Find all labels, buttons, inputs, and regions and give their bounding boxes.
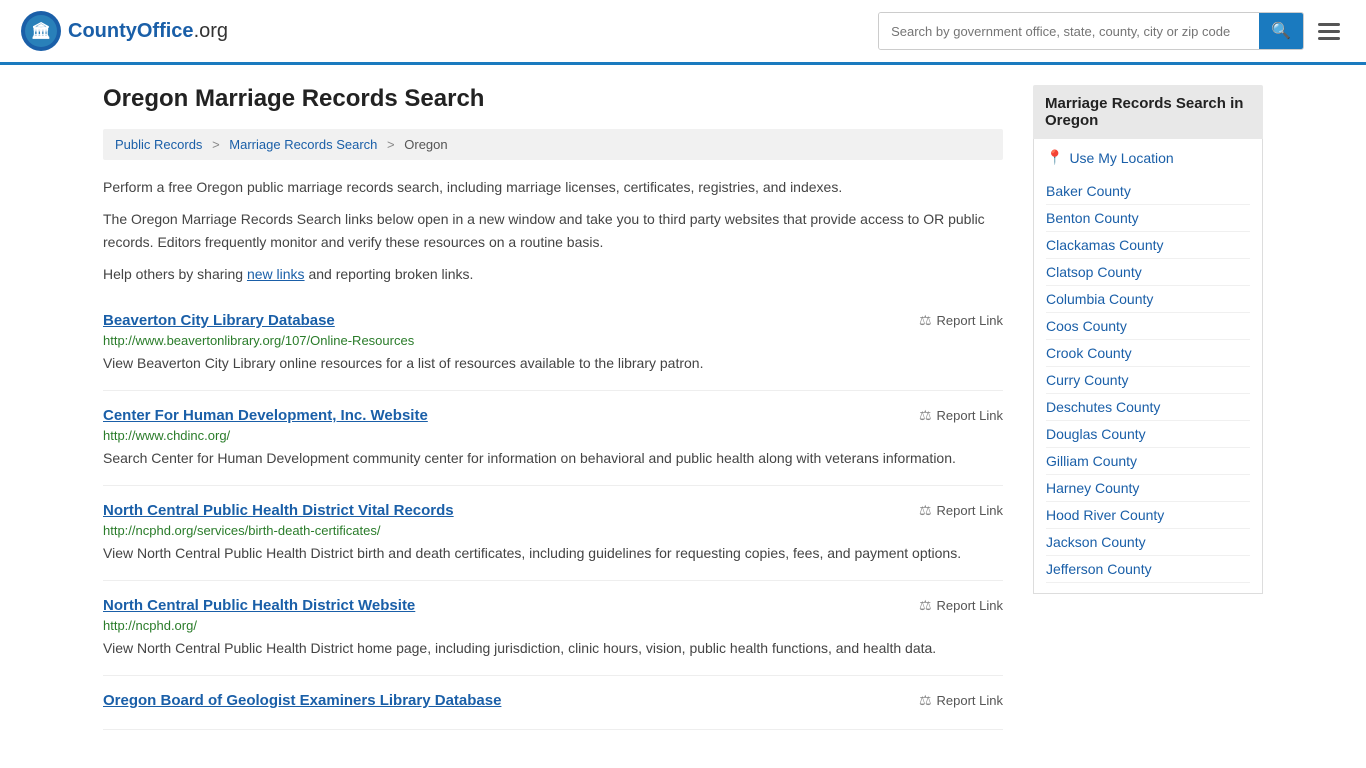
- county-list-item: Jefferson County: [1046, 556, 1250, 583]
- result-header: Beaverton City Library Database ⚖ Report…: [103, 312, 1003, 329]
- county-link-0[interactable]: Baker County: [1046, 183, 1131, 199]
- county-link-7[interactable]: Curry County: [1046, 372, 1128, 388]
- description-2: The Oregon Marriage Records Search links…: [103, 208, 1003, 253]
- breadcrumb-marriage-records[interactable]: Marriage Records Search: [229, 137, 377, 152]
- county-list-item: Coos County: [1046, 313, 1250, 340]
- description-3: Help others by sharing new links and rep…: [103, 263, 1003, 285]
- sidebar: Marriage Records Search in Oregon 📍 Use …: [1033, 85, 1263, 730]
- report-link-4[interactable]: ⚖ Report Link: [919, 692, 1003, 709]
- county-list-item: Clatsop County: [1046, 259, 1250, 286]
- report-icon-4: ⚖: [919, 692, 932, 709]
- report-link-0[interactable]: ⚖ Report Link: [919, 312, 1003, 329]
- hamburger-line-3: [1318, 37, 1340, 40]
- county-list-item: Hood River County: [1046, 502, 1250, 529]
- breadcrumb-sep-2: >: [387, 137, 395, 152]
- hamburger-line-2: [1318, 30, 1340, 33]
- county-list-item: Benton County: [1046, 205, 1250, 232]
- result-header: North Central Public Health District Web…: [103, 597, 1003, 614]
- report-link-3[interactable]: ⚖ Report Link: [919, 597, 1003, 614]
- search-input[interactable]: [879, 13, 1259, 49]
- county-list-item: Clackamas County: [1046, 232, 1250, 259]
- svg-text:🏛: 🏛: [31, 21, 51, 40]
- result-title-3[interactable]: North Central Public Health District Web…: [103, 597, 415, 614]
- report-link-2[interactable]: ⚖ Report Link: [919, 502, 1003, 519]
- county-list-item: Gilliam County: [1046, 448, 1250, 475]
- county-link-5[interactable]: Coos County: [1046, 318, 1127, 334]
- breadcrumb-current: Oregon: [404, 137, 447, 152]
- new-links-link[interactable]: new links: [247, 266, 305, 282]
- logo-area: 🏛 CountyOffice.org: [20, 10, 228, 52]
- result-title-2[interactable]: North Central Public Health District Vit…: [103, 502, 454, 519]
- result-desc-3: View North Central Public Health Distric…: [103, 638, 1003, 659]
- result-item: Beaverton City Library Database ⚖ Report…: [103, 296, 1003, 391]
- report-icon-3: ⚖: [919, 597, 932, 614]
- result-url-3[interactable]: http://ncphd.org/: [103, 618, 1003, 633]
- result-item: North Central Public Health District Vit…: [103, 486, 1003, 581]
- use-my-location-label: Use My Location: [1069, 150, 1173, 166]
- breadcrumb-public-records[interactable]: Public Records: [115, 137, 202, 152]
- result-url-2[interactable]: http://ncphd.org/services/birth-death-ce…: [103, 523, 1003, 538]
- description-3-pre: Help others by sharing: [103, 266, 247, 282]
- result-header: Center For Human Development, Inc. Websi…: [103, 407, 1003, 424]
- search-box: 🔍: [878, 12, 1304, 50]
- county-link-10[interactable]: Gilliam County: [1046, 453, 1137, 469]
- county-link-11[interactable]: Harney County: [1046, 480, 1139, 496]
- county-list-item: Columbia County: [1046, 286, 1250, 313]
- county-list: Baker County Benton County Clackamas Count…: [1046, 178, 1250, 583]
- content-area: Oregon Marriage Records Search Public Re…: [103, 85, 1003, 730]
- result-item: Center For Human Development, Inc. Websi…: [103, 391, 1003, 486]
- logo-text: CountyOffice.org: [68, 20, 228, 43]
- report-icon-0: ⚖: [919, 312, 932, 329]
- county-list-item: Crook County: [1046, 340, 1250, 367]
- county-list-item: Douglas County: [1046, 421, 1250, 448]
- report-icon-2: ⚖: [919, 502, 932, 519]
- description-3-post: and reporting broken links.: [305, 266, 474, 282]
- county-list-item: Jackson County: [1046, 529, 1250, 556]
- county-link-1[interactable]: Benton County: [1046, 210, 1139, 226]
- breadcrumb-sep-1: >: [212, 137, 220, 152]
- county-list-item: Deschutes County: [1046, 394, 1250, 421]
- result-title-0[interactable]: Beaverton City Library Database: [103, 312, 335, 329]
- main-container: Oregon Marriage Records Search Public Re…: [83, 65, 1283, 750]
- result-title-4[interactable]: Oregon Board of Geologist Examiners Libr…: [103, 692, 501, 709]
- page-title: Oregon Marriage Records Search: [103, 85, 1003, 113]
- site-logo-icon: 🏛: [20, 10, 62, 52]
- description-1: Perform a free Oregon public marriage re…: [103, 176, 1003, 198]
- menu-button[interactable]: [1312, 17, 1346, 46]
- use-my-location-link[interactable]: 📍 Use My Location: [1046, 149, 1250, 166]
- county-link-4[interactable]: Columbia County: [1046, 291, 1153, 307]
- result-desc-2: View North Central Public Health Distric…: [103, 543, 1003, 564]
- sidebar-header: Marriage Records Search in Oregon: [1033, 85, 1263, 139]
- county-link-14[interactable]: Jefferson County: [1046, 561, 1152, 577]
- sidebar-content: 📍 Use My Location Baker County Benton Cou…: [1033, 139, 1263, 594]
- result-header: Oregon Board of Geologist Examiners Libr…: [103, 692, 1003, 709]
- result-desc-1: Search Center for Human Development comm…: [103, 448, 1003, 469]
- location-icon: 📍: [1046, 149, 1063, 166]
- county-link-8[interactable]: Deschutes County: [1046, 399, 1160, 415]
- result-title-1[interactable]: Center For Human Development, Inc. Websi…: [103, 407, 428, 424]
- search-button[interactable]: 🔍: [1259, 13, 1303, 49]
- breadcrumb: Public Records > Marriage Records Search…: [103, 129, 1003, 160]
- county-link-3[interactable]: Clatsop County: [1046, 264, 1142, 280]
- report-icon-1: ⚖: [919, 407, 932, 424]
- result-header: North Central Public Health District Vit…: [103, 502, 1003, 519]
- county-link-12[interactable]: Hood River County: [1046, 507, 1164, 523]
- county-list-item: Curry County: [1046, 367, 1250, 394]
- county-list-item: Baker County: [1046, 178, 1250, 205]
- county-link-2[interactable]: Clackamas County: [1046, 237, 1164, 253]
- result-item: Oregon Board of Geologist Examiners Libr…: [103, 676, 1003, 730]
- county-list-item: Harney County: [1046, 475, 1250, 502]
- results-list: Beaverton City Library Database ⚖ Report…: [103, 296, 1003, 730]
- report-link-1[interactable]: ⚖ Report Link: [919, 407, 1003, 424]
- result-url-1[interactable]: http://www.chdinc.org/: [103, 428, 1003, 443]
- site-header: 🏛 CountyOffice.org 🔍: [0, 0, 1366, 65]
- hamburger-line-1: [1318, 23, 1340, 26]
- search-area: 🔍: [878, 12, 1346, 50]
- result-url-0[interactable]: http://www.beavertonlibrary.org/107/Onli…: [103, 333, 1003, 348]
- result-item: North Central Public Health District Web…: [103, 581, 1003, 676]
- county-link-6[interactable]: Crook County: [1046, 345, 1132, 361]
- county-link-9[interactable]: Douglas County: [1046, 426, 1146, 442]
- county-link-13[interactable]: Jackson County: [1046, 534, 1146, 550]
- result-desc-0: View Beaverton City Library online resou…: [103, 353, 1003, 374]
